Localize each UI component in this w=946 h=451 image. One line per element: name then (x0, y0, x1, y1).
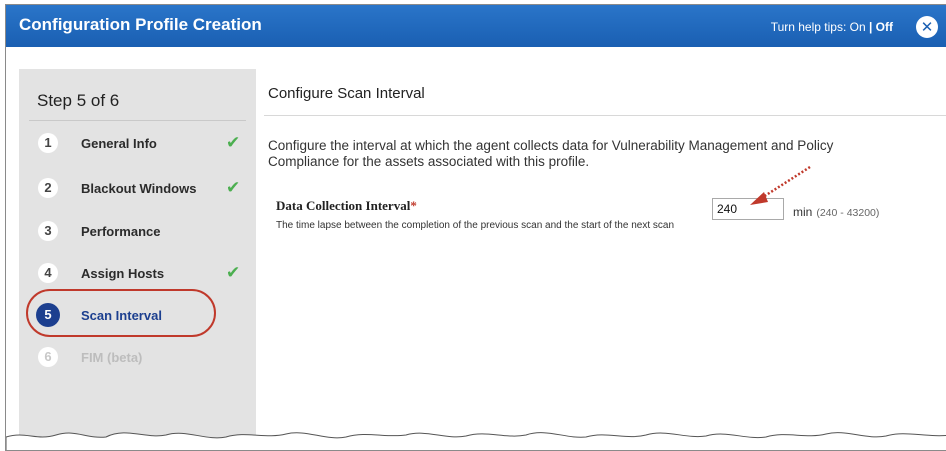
field-help-text: The time lapse between the completion of… (276, 220, 675, 231)
step-header: Step 5 of 6 (37, 91, 120, 110)
help-tips-separator: | (865, 20, 876, 34)
step-number: 4 (38, 263, 58, 283)
page-title: Configure Scan Interval (268, 85, 425, 102)
help-tips-off[interactable]: Off (876, 20, 893, 34)
torn-edge-decoration (6, 432, 946, 450)
profile-creation-window: Configuration Profile Creation Turn help… (5, 4, 946, 451)
step-number: 3 (38, 221, 58, 241)
step-label: Assign Hosts (81, 266, 165, 281)
interval-range: (240 - 43200) (816, 207, 880, 219)
field-label-text: Data Collection Interval (276, 198, 411, 213)
step-label: FIM (beta) (81, 350, 143, 365)
checkmark-icon: ✔ (226, 263, 241, 283)
wizard-sidebar: Step 5 of 6 1 General Info ✔ 2 Blackout … (19, 69, 256, 450)
step-performance[interactable]: 3 Performance (19, 217, 256, 247)
required-marker: * (410, 198, 417, 213)
title-divider (264, 115, 946, 116)
help-tips-prefix: Turn help tips: (770, 20, 850, 34)
field-label: Data Collection Interval* (276, 198, 417, 214)
title-bar: Configuration Profile Creation Turn help… (6, 5, 946, 47)
close-icon[interactable]: ✕ (916, 16, 938, 38)
step-label: Performance (81, 224, 161, 239)
window-title: Configuration Profile Creation (19, 15, 262, 34)
sidebar-divider (29, 120, 246, 121)
help-tips-toggle: Turn help tips: On | Off (771, 20, 893, 34)
step-general-info[interactable]: 1 General Info ✔ (19, 129, 256, 159)
step-assign-hosts[interactable]: 4 Assign Hosts ✔ (19, 259, 256, 289)
annotation-arrow-icon (750, 165, 811, 205)
help-tips-on[interactable]: On (850, 20, 866, 34)
step-label: General Info (81, 136, 157, 151)
checkmark-icon: ✔ (226, 133, 241, 153)
annotation-highlight-ring (26, 289, 216, 337)
step-number: 1 (38, 133, 58, 153)
step-label: Blackout Windows (81, 181, 197, 196)
step-blackout-windows[interactable]: 2 Blackout Windows ✔ (19, 174, 256, 204)
step-number: 2 (38, 178, 58, 198)
checkmark-icon: ✔ (226, 178, 241, 198)
step-number: 6 (38, 347, 58, 367)
step-fim: 6 FIM (beta) (19, 343, 256, 373)
